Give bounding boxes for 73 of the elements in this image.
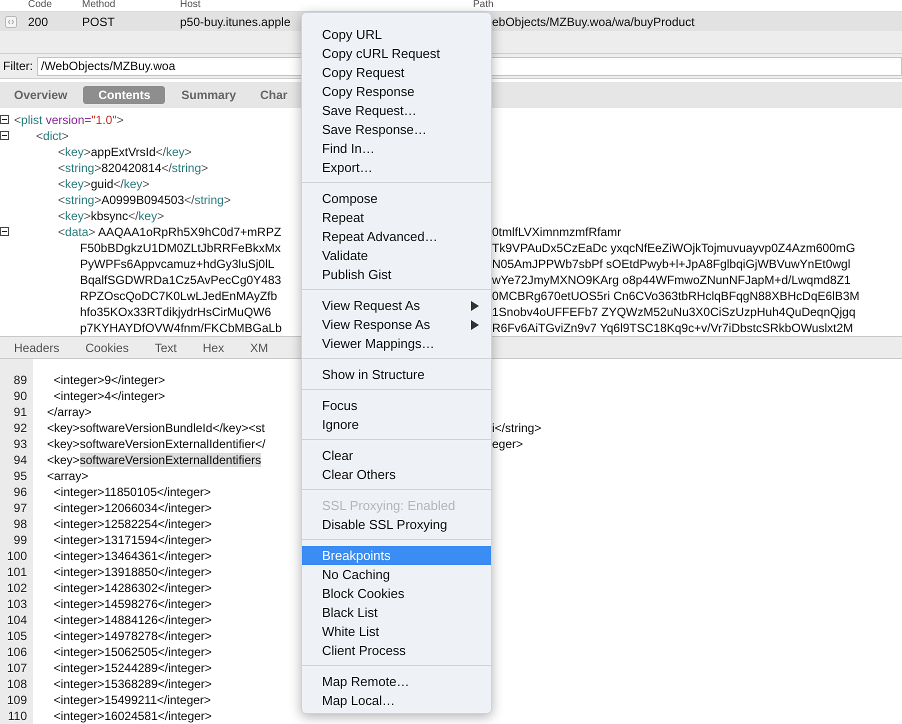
code-line: 1Snobv4oUFFEFb7 ZYQWzM52uNu3X0CiSzUzpHuh4QuDeqnQjgq [492,305,856,319]
line-number: 100 [6,549,28,563]
line-number: 99 [12,533,28,547]
code-line: <key>guid</key> [58,177,150,191]
code-line: 0tmlfLVXimnmzmfRfamr [492,225,622,239]
line-number: 109 [6,693,28,707]
table-cell-text: ebObjects/MZBuy.woa/wa/buyProduct [492,14,696,28]
code-line: <array> [47,469,88,483]
code-line: N05AmJPPWb7sbPf sOEtdPwyb+l+JpA8FglbqiGjWBVuwYnEt0wgl [492,257,852,271]
code-line: p7KYHAYDfOVW4fnm/FKCbMBGaLb [80,321,282,335]
code-line: hfo35KOx33RTdikjydrHsCirMuQW6 [80,305,272,319]
line-number: 106 [6,645,28,659]
code-line: <integer>14884126</integer> [52,613,212,627]
table-cell-text: p50-buy.itunes.apple [180,14,292,28]
line-number: 103 [6,597,28,611]
table-cell-text: 200 [28,14,50,28]
code-line: PyWPFs6Appvcamuz+hdGy3luSj0lL [80,257,274,271]
code-line: <plist version="1.0"> [14,113,124,127]
code-line: <key> [47,453,80,467]
line-number: 104 [6,613,28,627]
code-line: <integer>15244289</integer> [52,661,212,675]
code-line: <key>kbsync</key> [58,209,164,223]
code-line: <integer>15062505</integer> [52,645,212,659]
line-number: 95 [12,469,28,483]
code-line: R6Fv6AiTGviZn9v7 Yq6l9TSC18Kq9c+v/Vr7iDbstcSRkbOWuslxt2M [492,321,854,335]
code-line: <integer>12582254</integer> [52,517,212,531]
code-line: <dict> [36,129,69,143]
code-line: <string>A0999B094503</string> [58,193,231,207]
code-line: <key>softwareVersionBundleId</key><st [47,421,265,435]
table-cell-text: POST [82,14,116,28]
code-line: <integer>13171594</integer> [52,533,212,547]
code-line: RPZOscQoDC7K0LwLJedEnMAyZfb [80,289,278,303]
line-number: 97 [12,501,28,515]
line-number: 91 [12,405,28,419]
code-line: <integer>15499211</integer> [52,693,211,707]
code-line: <data> AAQAA1oRpRh5X9hC0d7+mRPZ [58,225,282,239]
code-line: <integer>16024581</integer> [52,709,212,723]
code-line: 0MCBRg670etUOS5ri Cn6CVo363tbRHclqBFqgN88XBHcDqE6lB3M [492,289,861,303]
code-line: <integer>14978278</integer> [52,629,212,643]
code-line: <integer>13918850</integer> [52,565,212,579]
code-line: </array> [47,405,92,419]
code-line: <integer>14598276</integer> [52,597,212,611]
line-number: 89 [12,373,28,387]
line-number: 94 [12,453,28,467]
line-number: 93 [12,437,28,451]
code-line: <integer>12066034</integer> [52,501,212,515]
code-line: <key>softwareVersionExternalIdentifier</ [47,437,266,451]
line-number: 102 [6,581,28,595]
line-number: 110 [6,709,28,723]
code-line: F50bBDgkzU1DM0ZLtJbRRFeBkxMx [80,241,281,255]
line-number: 90 [12,389,28,403]
code-line: <integer>15368289</integer> [52,677,212,691]
code-line: wYe72JmyMXNO9KArg o8p44WFmwoZNunNFJapM+d/Lwqmd8Z1 [492,273,852,287]
line-number: 98 [12,517,28,531]
code-line: <key>appExtVrsId</key> [58,145,192,159]
filter-label: Filter: [3,59,33,73]
code-line: BqalfSGDWRDa1Cz5AvPecCg0Y483 [80,273,282,287]
line-number: 108 [6,677,28,691]
line-number: 92 [12,421,28,435]
line-number: 96 [12,485,28,499]
code-line: <string>820420814</string> [58,161,208,175]
code-line: <integer>9</integer> [52,373,166,387]
code-line: eger> [492,437,524,451]
code-line: i</string> [492,421,542,435]
line-number: 101 [6,565,28,579]
highlighted-text: softwareVersionExternalIdentifiers [80,453,262,467]
code-line: <integer>11850105</integer> [52,485,211,499]
code-line: <integer>14286302</integer> [52,581,212,595]
code-line: <integer>4</integer> [52,389,166,403]
code-line: Tk9VPAuDx5CzEaDc yxqcNfEeZiWOjkTojmuvuayvp0Z4Azm600mG [492,241,856,255]
line-number: 105 [6,629,28,643]
code-line: <integer>13464361</integer> [52,549,212,563]
line-number: 107 [6,661,28,675]
